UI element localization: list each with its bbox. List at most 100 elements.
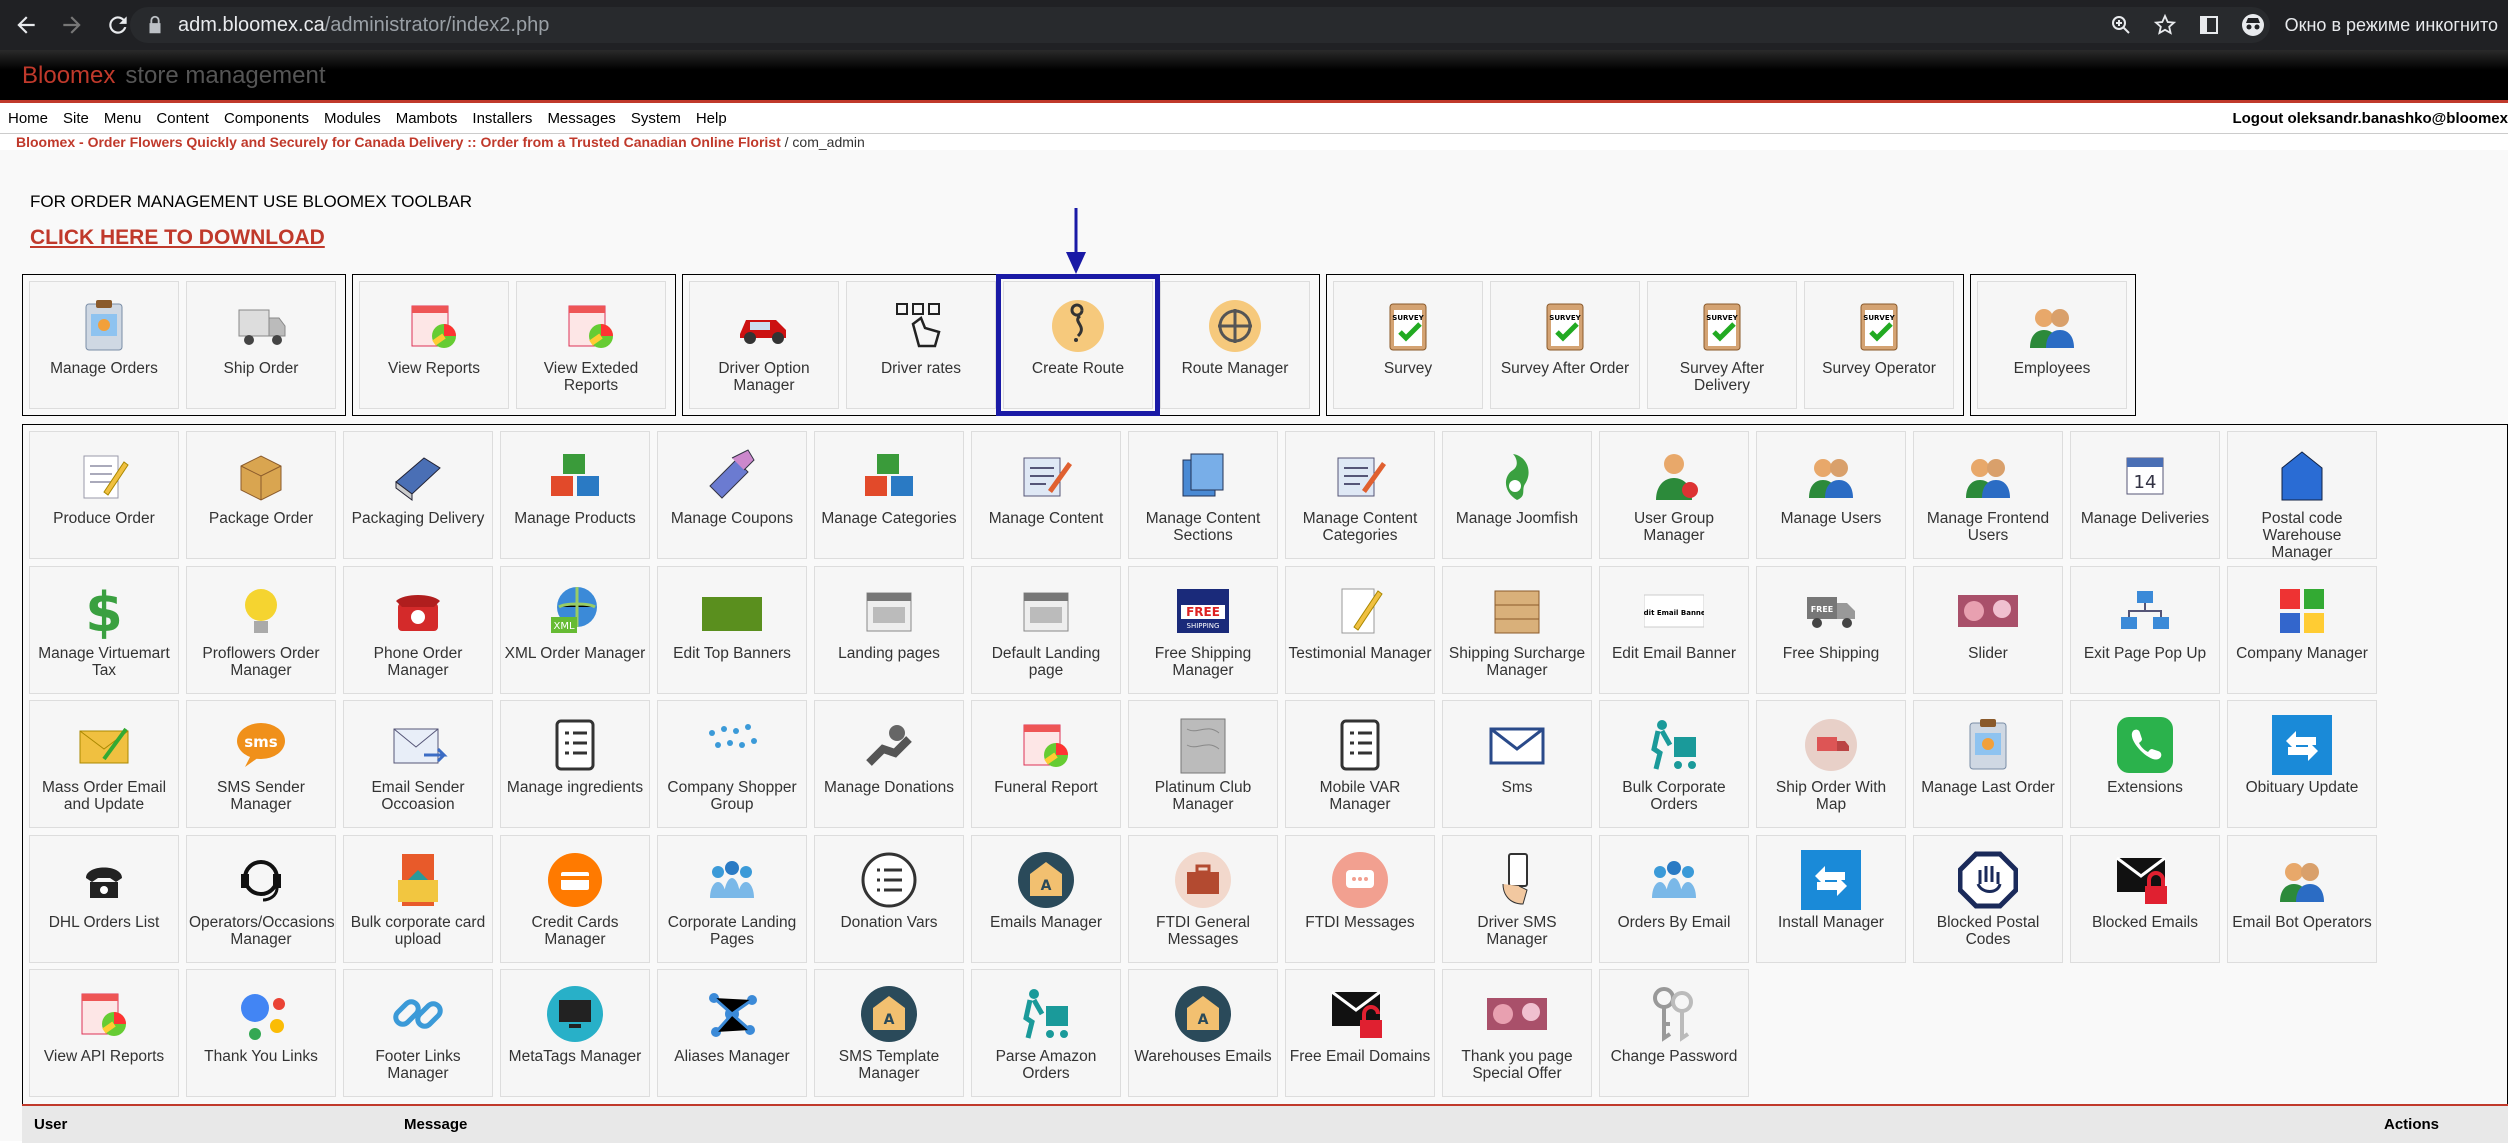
tile-emails-manager[interactable]: A Emails Manager — [971, 835, 1121, 963]
tile-manage-ingredients[interactable]: Manage ingredients — [500, 700, 650, 828]
menu-item-menu[interactable]: Menu — [104, 110, 142, 127]
tile-proflowers-order-manager[interactable]: Proflowers Order Manager — [186, 566, 336, 694]
tile-exit-page-pop-up[interactable]: Exit Page Pop Up — [2070, 566, 2220, 694]
tile-manage-deliveries[interactable]: 14 Manage Deliveries — [2070, 431, 2220, 559]
tile-ftdi-messages[interactable]: FTDI Messages — [1285, 835, 1435, 963]
tile-change-password[interactable]: Change Password — [1599, 969, 1749, 1097]
tile-survey[interactable]: SURVEY Survey — [1333, 281, 1483, 409]
tile-phone-order-manager[interactable]: Phone Order Manager — [343, 566, 493, 694]
tile-postal-code-warehouse-manager[interactable]: Postal code Warehouse Manager — [2227, 431, 2377, 561]
logout-link[interactable]: Logout oleksandr.banashko@bloomex — [2232, 110, 2508, 127]
tile-manage-content-categories[interactable]: Manage Content Categories — [1285, 431, 1435, 559]
tile-manage-content-sections[interactable]: Manage Content Sections — [1128, 431, 1278, 559]
tile-parse-amazon-orders[interactable]: Parse Amazon Orders — [971, 969, 1121, 1097]
forward-button[interactable] — [52, 5, 92, 45]
tile-manage-orders[interactable]: Manage Orders — [29, 281, 179, 409]
tile-manage-virtuemart-tax[interactable]: $ Manage Virtuemart Tax — [29, 566, 179, 694]
tile-manage-categories[interactable]: Manage Categories — [814, 431, 964, 559]
tile-email-sender-occoasion[interactable]: Email Sender Occoasion — [343, 700, 493, 828]
tile-credit-cards-manager[interactable]: Credit Cards Manager — [500, 835, 650, 963]
tile-slider[interactable]: Slider — [1913, 566, 2063, 694]
tile-blocked-emails[interactable]: Blocked Emails — [2070, 835, 2220, 963]
tile-platinum-club-manager[interactable]: Platinum Club Manager — [1128, 700, 1278, 828]
tile-driver-rates[interactable]: Driver rates — [846, 281, 996, 409]
menu-item-home[interactable]: Home — [8, 110, 48, 127]
tile-aliases-manager[interactable]: Aliases Manager — [657, 969, 807, 1097]
tile-install-manager[interactable]: Install Manager — [1756, 835, 1906, 963]
tile-driver-option-manager[interactable]: Driver Option Manager — [689, 281, 839, 409]
menu-item-system[interactable]: System — [631, 110, 681, 127]
menu-item-components[interactable]: Components — [224, 110, 309, 127]
tile-extensions[interactable]: Extensions — [2070, 700, 2220, 828]
tile-produce-order[interactable]: Produce Order — [29, 431, 179, 559]
tile-dhl-orders-list[interactable]: DHL Orders List — [29, 835, 179, 963]
tile-company-manager[interactable]: Company Manager — [2227, 566, 2377, 694]
tile-view-reports[interactable]: View Reports — [359, 281, 509, 409]
tile-edit-top-banners[interactable]: Edit Top Banners — [657, 566, 807, 694]
tile-sms-template-manager[interactable]: A SMS Template Manager — [814, 969, 964, 1097]
tile-manage-users[interactable]: Manage Users — [1756, 431, 1906, 559]
tile-landing-pages[interactable]: Landing pages — [814, 566, 964, 694]
menu-item-messages[interactable]: Messages — [547, 110, 615, 127]
tile-bulk-corporate-card-upload[interactable]: Bulk corporate card upload — [343, 835, 493, 963]
tile-mass-order-email-and-update[interactable]: Mass Order Email and Update — [29, 700, 179, 828]
download-link[interactable]: CLICK HERE TO DOWNLOAD — [30, 226, 325, 250]
tile-manage-coupons[interactable]: Manage Coupons — [657, 431, 807, 559]
tile-xml-order-manager[interactable]: XML XML Order Manager — [500, 566, 650, 694]
back-button[interactable] — [6, 5, 46, 45]
tile-manage-joomfish[interactable]: Manage Joomfish — [1442, 431, 1592, 559]
tile-funeral-report[interactable]: Funeral Report — [971, 700, 1121, 828]
menu-item-content[interactable]: Content — [156, 110, 209, 127]
tile-ship-order[interactable]: Ship Order — [186, 281, 336, 409]
tile-mobile-var-manager[interactable]: Mobile VAR Manager — [1285, 700, 1435, 828]
tile-edit-email-banner[interactable]: Edit Email Banner Edit Email Banner — [1599, 566, 1749, 694]
tile-manage-products[interactable]: Manage Products — [500, 431, 650, 559]
tile-packaging-delivery[interactable]: Packaging Delivery — [343, 431, 493, 559]
tile-warehouses-emails[interactable]: A Warehouses Emails — [1128, 969, 1278, 1097]
tile-survey-after-order[interactable]: SURVEY Survey After Order — [1490, 281, 1640, 409]
tile-email-bot-operators[interactable]: Email Bot Operators — [2227, 835, 2377, 963]
side-panel-icon[interactable] — [2197, 13, 2221, 37]
tile-view-api-reports[interactable]: View API Reports — [29, 969, 179, 1097]
tile-ftdi-general-messages[interactable]: FTDI General Messages — [1128, 835, 1278, 963]
tile-thank-you-links[interactable]: Thank You Links — [186, 969, 336, 1097]
zoom-icon[interactable] — [2109, 13, 2133, 37]
star-icon[interactable] — [2153, 13, 2177, 37]
tile-blocked-postal-codes[interactable]: Blocked Postal Codes — [1913, 835, 2063, 963]
tile-view-exteded-reports[interactable]: View Exteded Reports — [516, 281, 666, 409]
tile-free-email-domains[interactable]: Free Email Domains — [1285, 969, 1435, 1097]
tile-survey-after-delivery[interactable]: SURVEY Survey After Delivery — [1647, 281, 1797, 409]
tile-employees[interactable]: Employees — [1977, 281, 2127, 409]
tile-user-group-manager[interactable]: User Group Manager — [1599, 431, 1749, 559]
tile-shipping-surcharge-manager[interactable]: Shipping Surcharge Manager — [1442, 566, 1592, 694]
tile-corporate-landing-pages[interactable]: Corporate Landing Pages — [657, 835, 807, 963]
tile-manage-frontend-users[interactable]: Manage Frontend Users — [1913, 431, 2063, 559]
tile-route-manager[interactable]: Route Manager — [1160, 281, 1310, 409]
menu-item-site[interactable]: Site — [63, 110, 89, 127]
tile-manage-content[interactable]: Manage Content — [971, 431, 1121, 559]
tile-metatags-manager[interactable]: MetaTags Manager — [500, 969, 650, 1097]
address-bar[interactable]: adm.bloomex.ca/administrator/index2.php — [130, 7, 2270, 43]
tile-donation-vars[interactable]: Donation Vars — [814, 835, 964, 963]
menu-item-installers[interactable]: Installers — [472, 110, 532, 127]
tile-bulk-corporate-orders[interactable]: Bulk Corporate Orders — [1599, 700, 1749, 828]
tile-thank-you-page-special-offer[interactable]: Thank you page Special Offer — [1442, 969, 1592, 1097]
tile-default-landing-page[interactable]: Default Landing page — [971, 566, 1121, 694]
tile-company-shopper-group[interactable]: Company Shopper Group — [657, 700, 807, 828]
tile-free-shipping-manager[interactable]: FREE SHIPPING Free Shipping Manager — [1128, 566, 1278, 694]
menu-item-modules[interactable]: Modules — [324, 110, 381, 127]
tile-testimonial-manager[interactable]: Testimonial Manager — [1285, 566, 1435, 694]
tile-obituary-update[interactable]: Obituary Update — [2227, 700, 2377, 828]
tile-package-order[interactable]: Package Order — [186, 431, 336, 559]
tile-ship-order-with-map[interactable]: Ship Order With Map — [1756, 700, 1906, 828]
tile-free-shipping[interactable]: FREE Free Shipping — [1756, 566, 1906, 694]
menu-item-help[interactable]: Help — [696, 110, 727, 127]
tile-sms[interactable]: Sms — [1442, 700, 1592, 828]
tile-driver-sms-manager[interactable]: Driver SMS Manager — [1442, 835, 1592, 963]
incognito-icon[interactable] — [2241, 13, 2265, 37]
tile-sms-sender-manager[interactable]: sms SMS Sender Manager — [186, 700, 336, 828]
menu-item-mambots[interactable]: Mambots — [396, 110, 458, 127]
tile-manage-donations[interactable]: Manage Donations — [814, 700, 964, 828]
tile-survey-operator[interactable]: SURVEY Survey Operator — [1804, 281, 1954, 409]
tile-manage-last-order[interactable]: Manage Last Order — [1913, 700, 2063, 828]
